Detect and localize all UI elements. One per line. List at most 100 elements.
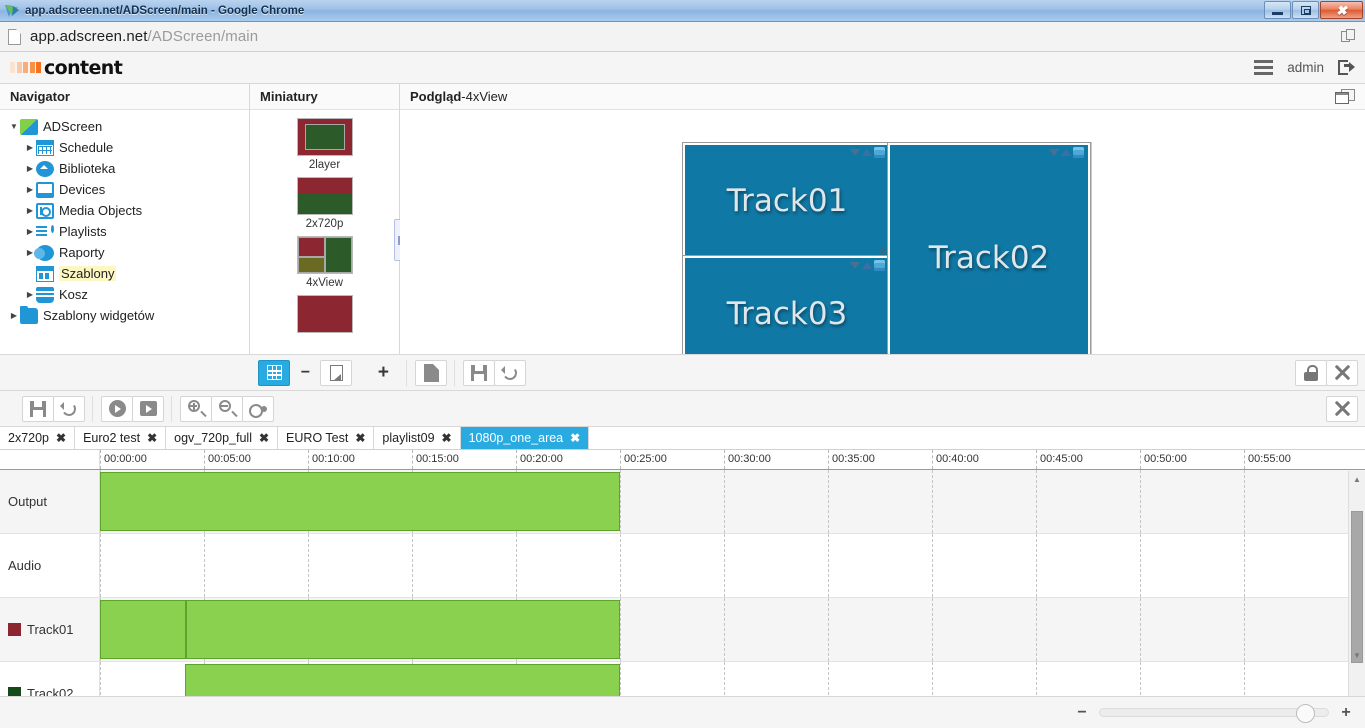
timeline-clip[interactable] [186, 600, 620, 659]
window-panels-icon[interactable] [1335, 88, 1355, 105]
chevron-right-icon[interactable]: ▶ [24, 185, 36, 194]
close-icon[interactable]: ✖ [355, 431, 365, 445]
play-button[interactable] [101, 395, 133, 422]
close-icon[interactable]: ✖ [570, 431, 580, 445]
zoom-in-button[interactable] [180, 395, 212, 422]
close-icon[interactable]: ✖ [56, 431, 66, 445]
timeline-lane[interactable] [100, 598, 1365, 661]
timeline-vertical-scrollbar[interactable]: ▲ ▼ [1348, 471, 1365, 698]
tab-playlist09[interactable]: playlist09 ✖ [374, 427, 461, 449]
timeline-scale[interactable]: 00:00:00 00:05:00 00:10:00 00:15:00 00:20:00… [100, 450, 1365, 469]
thumbnail-item[interactable]: 2x720p [250, 177, 399, 230]
sidebar-item-adscreen[interactable]: ▼ ADScreen [8, 116, 249, 137]
window-panels-icon[interactable] [1341, 28, 1357, 45]
scroll-up-icon[interactable]: ▲ [1349, 471, 1365, 488]
move-up-icon[interactable] [862, 262, 872, 269]
close-icon[interactable]: ✖ [259, 431, 269, 445]
timeline-lane[interactable] [100, 470, 1365, 533]
scrollbar-thumb[interactable] [1351, 511, 1363, 663]
tab-2x720p[interactable]: 2x720p ✖ [0, 427, 76, 449]
preview-button[interactable] [132, 395, 164, 422]
tab-label: EURO Test [286, 431, 349, 445]
sidebar-item-playlists[interactable]: ▶ Playlists [8, 221, 249, 242]
tab-ogv-720p-full[interactable]: ogv_720p_full ✖ [166, 427, 279, 449]
chevron-right-icon[interactable]: ▶ [24, 227, 36, 236]
timeline-clip[interactable] [100, 600, 186, 659]
decrease-button[interactable]: − [289, 360, 321, 386]
ruler-tick: 00:30:00 [724, 450, 771, 469]
timeline-toolbar-right [1318, 391, 1365, 426]
move-down-icon[interactable] [1049, 149, 1059, 156]
close-icon[interactable]: ✖ [442, 431, 452, 445]
chevron-right-icon[interactable]: ▶ [24, 290, 36, 299]
timeline-row-header[interactable]: Output [0, 470, 100, 533]
track-color-swatch [8, 623, 21, 636]
zoom-in-button[interactable]: + [1339, 704, 1353, 722]
tools-button[interactable] [1326, 395, 1358, 422]
timeline-lane[interactable] [100, 534, 1365, 597]
timeline-clip[interactable] [100, 472, 620, 531]
thumbnail-item[interactable] [250, 295, 399, 333]
layers-icon[interactable] [1073, 147, 1084, 158]
sidebar-item-media-objects[interactable]: ▶ Media Objects [8, 200, 249, 221]
timeline-row-header[interactable]: Track01 [0, 598, 100, 661]
lock-button[interactable] [1295, 359, 1327, 386]
move-up-icon[interactable] [862, 149, 872, 156]
chevron-right-icon[interactable]: ▶ [8, 311, 20, 320]
close-button[interactable]: ✖ [1320, 1, 1363, 19]
refresh-button[interactable] [494, 359, 526, 386]
layers-icon[interactable] [874, 260, 885, 271]
address-bar[interactable]: app.adscreen.net/ADScreen/main [30, 28, 258, 45]
move-down-icon[interactable] [850, 262, 860, 269]
bookmark-button[interactable] [320, 359, 352, 386]
sidebar-item-szablony[interactable]: Szablony [8, 263, 249, 284]
ruler-tick: 00:55:00 [1244, 450, 1291, 469]
grid-line [204, 534, 205, 597]
chevron-right-icon[interactable]: ▶ [24, 164, 36, 173]
save-button[interactable] [463, 359, 495, 386]
preview-region-track02[interactable]: Track02 [888, 143, 1090, 354]
library-icon [36, 160, 54, 177]
zoom-out-button[interactable]: − [1075, 704, 1089, 722]
move-up-icon[interactable] [1061, 149, 1071, 156]
timeline-row-header[interactable]: Audio [0, 534, 100, 597]
sidebar-item-raporty[interactable]: ▶ Raporty [8, 242, 249, 263]
scroll-down-icon[interactable]: ▼ [1349, 647, 1365, 664]
chevron-right-icon[interactable]: ▶ [24, 143, 36, 152]
sidebar-item-schedule[interactable]: ▶ Schedule [8, 137, 249, 158]
thumbnail-preview [296, 118, 353, 156]
sidebar-item-kosz[interactable]: ▶ Kosz [8, 284, 249, 305]
tab-1080p-one-area[interactable]: 1080p_one_area ✖ [460, 427, 590, 449]
add-button[interactable]: + [367, 360, 399, 386]
chevron-down-icon[interactable]: ▼ [8, 122, 20, 131]
tools-button[interactable] [1326, 359, 1358, 386]
grid-line [620, 598, 621, 661]
thumbnail-item[interactable]: 4xView [250, 236, 399, 289]
refresh-timeline-button[interactable] [53, 395, 85, 422]
thumbnail-item[interactable]: 2layer [250, 118, 399, 171]
sidebar-item-szablony-widget-w[interactable]: ▶ Szablony widgetów [8, 305, 249, 326]
link-button[interactable] [242, 395, 274, 422]
move-down-icon[interactable] [850, 149, 860, 156]
restore-button[interactable] [1292, 1, 1319, 19]
resize-grip[interactable] [879, 247, 888, 256]
chevron-right-icon[interactable]: ▶ [24, 206, 36, 215]
schedule-icon [36, 139, 54, 156]
new-document-button[interactable] [415, 359, 447, 386]
grid-view-button[interactable] [258, 359, 290, 386]
sidebar-item-devices[interactable]: ▶ Devices [8, 179, 249, 200]
preview-region-track03[interactable]: Track03 [683, 256, 891, 354]
logout-icon[interactable] [1338, 60, 1355, 75]
tab-euro-test[interactable]: EURO Test ✖ [278, 427, 375, 449]
zoom-out-button[interactable] [211, 395, 243, 422]
hamburger-icon[interactable] [1254, 60, 1274, 75]
save-timeline-button[interactable] [22, 395, 54, 422]
sidebar-item-biblioteka[interactable]: ▶ Biblioteka [8, 158, 249, 179]
preview-region-track01[interactable]: Track01 [683, 143, 891, 259]
zoom-slider[interactable] [1099, 704, 1329, 723]
minimize-button[interactable] [1264, 1, 1291, 19]
close-icon[interactable]: ✖ [147, 431, 157, 445]
tab-euro2-test[interactable]: Euro2 test ✖ [75, 427, 167, 449]
layers-icon[interactable] [874, 147, 885, 158]
zoom-slider-handle[interactable] [1296, 704, 1315, 723]
